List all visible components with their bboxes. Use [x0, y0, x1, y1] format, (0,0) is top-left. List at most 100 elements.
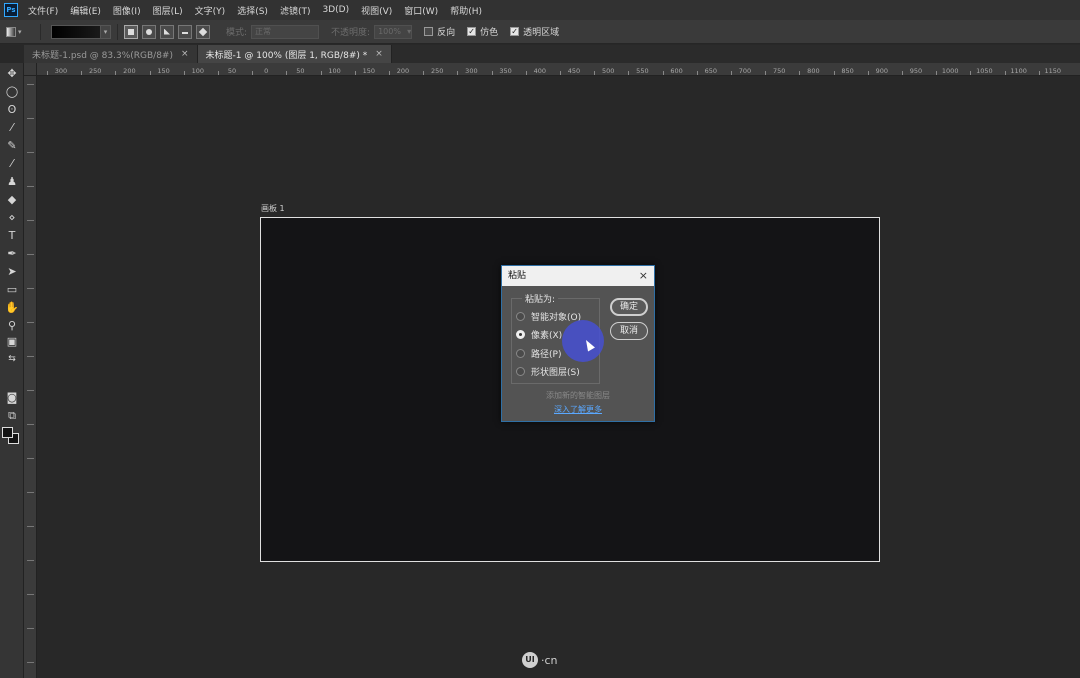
- menu-layer[interactable]: 图层(L): [153, 4, 183, 17]
- ruler-tick-label: 500: [601, 67, 615, 75]
- ruler-origin[interactable]: [24, 63, 37, 76]
- paint-bucket-tool-icon[interactable]: ⋄: [4, 211, 20, 225]
- learn-more-link[interactable]: 深入了解更多: [502, 404, 654, 415]
- gradient-picker-dropdown[interactable]: ▾: [101, 24, 111, 39]
- menu-filter[interactable]: 滤镜(T): [280, 4, 311, 17]
- gradient-editor-swatch[interactable]: [51, 24, 101, 39]
- radio-label: 像素(X): [531, 331, 563, 341]
- brush-tool-icon[interactable]: ⁄: [4, 157, 20, 171]
- eraser-tool-icon[interactable]: ◆: [4, 193, 20, 207]
- ellipse-marquee-tool-icon[interactable]: ◯: [4, 85, 20, 99]
- radio-smart-object[interactable]: 智能对象(O): [516, 310, 581, 323]
- tool-preset-picker[interactable]: ▾: [6, 23, 34, 41]
- zoom-tool-icon[interactable]: ⚲: [4, 319, 20, 333]
- dither-label: 仿色: [480, 28, 499, 38]
- magic-wand-tool-icon[interactable]: ⁄: [4, 121, 20, 135]
- document-tabs: 未标题-1.psd @ 83.3%(RGB/8#) × 未标题-1 @ 100%…: [24, 45, 1080, 63]
- eyedropper-tool-icon[interactable]: ✎: [4, 139, 20, 153]
- watermark-text: ·cn: [541, 653, 558, 667]
- radio-button[interactable]: [516, 312, 525, 321]
- quick-mask-icon[interactable]: ◙: [4, 391, 20, 405]
- ruler-tick-label: 150: [362, 67, 376, 75]
- mode-label: 模式:: [226, 28, 248, 38]
- radio-button[interactable]: [516, 367, 525, 376]
- ruler-tick-mark: [320, 71, 322, 75]
- menu-file[interactable]: 文件(F): [28, 4, 58, 17]
- radio-shape-layer[interactable]: 形状图层(S): [516, 365, 580, 378]
- ruler-tick-label: 900: [875, 67, 889, 75]
- tab-document-1[interactable]: 未标题-1.psd @ 83.3%(RGB/8#) ×: [24, 45, 198, 63]
- angle-gradient-button[interactable]: [160, 24, 174, 39]
- close-icon[interactable]: ×: [639, 266, 648, 286]
- ruler-tick-label: 50: [227, 67, 237, 75]
- radio-button[interactable]: [516, 349, 525, 358]
- checkbox-checked-icon[interactable]: ✓: [467, 27, 477, 36]
- transparency-checkbox[interactable]: ✓ 透明区域: [510, 25, 559, 38]
- lasso-tool-icon[interactable]: ʘ: [4, 103, 20, 117]
- transparency-label: 透明区域: [523, 28, 560, 38]
- foreground-color-swatch[interactable]: [2, 427, 13, 438]
- vertical-ruler[interactable]: [24, 76, 37, 678]
- close-icon[interactable]: ×: [375, 49, 383, 59]
- radio-path[interactable]: 路径(P): [516, 347, 561, 360]
- stamp-tool-icon[interactable]: ♟: [4, 175, 20, 189]
- ruler-tick-mark: [902, 71, 903, 75]
- ruler-tick-label: 950: [909, 67, 923, 75]
- menu-select[interactable]: 选择(S): [237, 4, 268, 17]
- ok-button[interactable]: 确定: [610, 298, 648, 316]
- opacity-value: 100%: [378, 26, 401, 36]
- cancel-button[interactable]: 取消: [610, 322, 648, 340]
- radio-label: 形状图层(S): [531, 368, 580, 378]
- menu-view[interactable]: 视图(V): [361, 4, 392, 17]
- ruler-tick-mark: [27, 560, 34, 570]
- diamond-gradient-button[interactable]: [196, 24, 210, 39]
- ruler-tick-label: 100: [191, 67, 205, 75]
- menu-help[interactable]: 帮助(H): [450, 4, 482, 17]
- radio-button-selected[interactable]: [516, 330, 525, 339]
- mode-select[interactable]: 正常: [251, 24, 320, 39]
- ruler-tick-mark: [27, 458, 34, 468]
- pen-tool-icon[interactable]: ✒: [4, 247, 20, 261]
- reverse-checkbox[interactable]: 反向: [424, 25, 455, 38]
- menu-type[interactable]: 文字(Y): [195, 4, 226, 17]
- ruler-tick-label: 650: [704, 67, 718, 75]
- opacity-label: 不透明度:: [331, 28, 371, 38]
- ruler-tick-mark: [491, 71, 493, 75]
- ruler-tick-label: 1100: [1010, 67, 1027, 75]
- menu-3d[interactable]: 3D(D): [322, 5, 349, 15]
- ruler-tick-mark: [27, 254, 34, 264]
- ruler-tick-mark: [1038, 71, 1040, 75]
- ruler-tick-mark: [731, 71, 732, 75]
- artboard-label[interactable]: 画板 1: [261, 203, 285, 214]
- ruler-tick-mark: [799, 71, 801, 75]
- ruler-tick-label: 150: [157, 67, 170, 75]
- checkbox-box[interactable]: [424, 27, 434, 36]
- dither-checkbox[interactable]: ✓ 仿色: [467, 25, 498, 38]
- radio-pixels[interactable]: 像素(X): [516, 328, 562, 341]
- close-icon[interactable]: ×: [181, 49, 189, 59]
- screen-mode-icon[interactable]: ⧉: [4, 409, 20, 423]
- menu-edit[interactable]: 编辑(E): [70, 4, 101, 17]
- swap-colors-icon[interactable]: ⇆: [4, 352, 20, 366]
- radial-gradient-button[interactable]: [142, 24, 156, 39]
- ruler-tick-label: 750: [772, 67, 786, 75]
- checkbox-checked-icon[interactable]: ✓: [510, 27, 520, 36]
- radio-label: 路径(P): [531, 350, 562, 360]
- horizontal-ruler[interactable]: 300 250 200 150 100 50 0 50 100 150 200 250 300 350 40…: [37, 63, 1080, 76]
- tab-document-2[interactable]: 未标题-1 @ 100% (图层 1, RGB/8#) * ×: [197, 45, 392, 63]
- rectangle-tool-icon[interactable]: ▭: [4, 283, 20, 297]
- menu-image[interactable]: 图像(I): [113, 4, 141, 17]
- opacity-field[interactable]: 100% ▾: [374, 24, 413, 39]
- hand-tool-icon[interactable]: ✋: [4, 301, 20, 315]
- ruler-tick-mark: [662, 71, 664, 75]
- linear-gradient-button[interactable]: [124, 24, 138, 39]
- ruler-tick-mark: [525, 71, 527, 75]
- move-tool-icon[interactable]: ✥: [4, 67, 20, 81]
- menu-window[interactable]: 窗口(W): [404, 4, 438, 17]
- reflected-gradient-button[interactable]: [178, 24, 192, 39]
- type-tool-icon[interactable]: T: [4, 229, 20, 243]
- tools-panel: ✥ ◯ ʘ ⁄ ✎ ⁄ ♟ ◆ ⋄ T ✒ ➤ ▭ ✋ ⚲ ▣ ⇆ ◙ ⧉: [0, 63, 24, 678]
- gradient-tool-icon[interactable]: ▣: [4, 335, 20, 349]
- ruler-tick-mark: [27, 594, 34, 604]
- path-selection-tool-icon[interactable]: ➤: [4, 265, 20, 279]
